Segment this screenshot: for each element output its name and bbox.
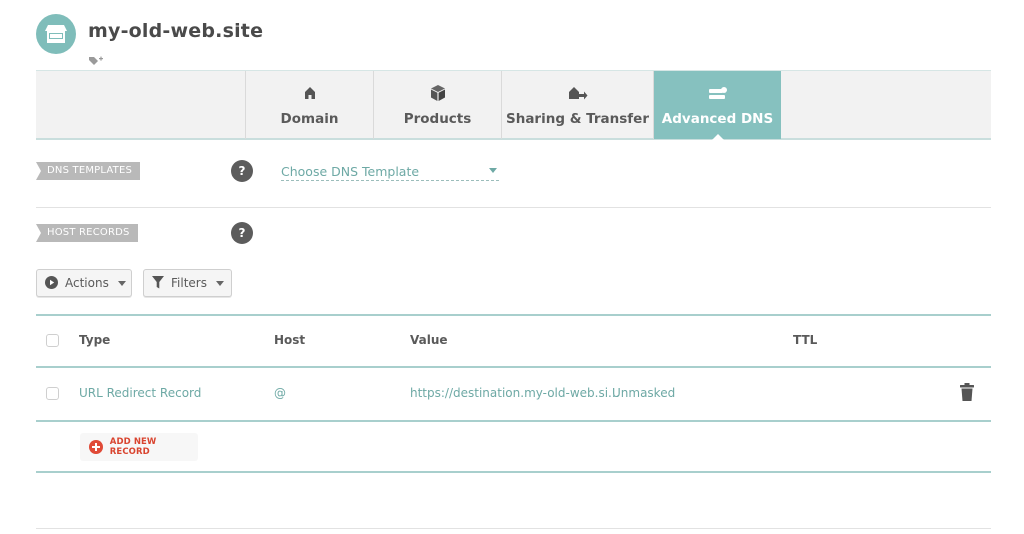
server-icon — [708, 83, 728, 103]
storefront-icon — [36, 14, 76, 54]
dns-template-select[interactable]: Choose DNS Template — [281, 161, 499, 181]
column-header-ttl: TTL — [793, 333, 818, 347]
home-transfer-icon — [568, 83, 588, 103]
tab-domain[interactable]: Domain — [245, 71, 373, 139]
column-header-type: Type — [79, 333, 111, 347]
domain-tabs: Domain Products Sharing & Transfer Advan… — [36, 70, 991, 141]
tab-products[interactable]: Products — [373, 71, 501, 139]
chevron-down-icon — [489, 168, 497, 173]
table-bottom-border — [36, 471, 991, 473]
play-circle-icon — [45, 274, 58, 293]
add-new-record-label: ADD NEW RECORD — [109, 437, 157, 457]
filters-label: Filters — [171, 276, 207, 290]
host-records-help-button[interactable]: ? — [231, 222, 253, 244]
actions-button[interactable]: Actions — [36, 269, 132, 297]
column-header-value: Value — [410, 333, 448, 347]
tab-label: Sharing & Transfer — [505, 111, 649, 127]
section-divider — [36, 207, 991, 208]
domain-header: my-old-web.site — [36, 14, 436, 70]
record-type[interactable]: URL Redirect Record — [79, 386, 201, 400]
filter-icon — [152, 274, 164, 293]
tab-sharing-transfer[interactable]: Sharing & Transfer — [501, 71, 653, 139]
filters-button[interactable]: Filters — [143, 269, 232, 297]
dns-templates-label: DNS TEMPLATES — [36, 162, 141, 180]
trash-icon[interactable] — [960, 383, 974, 401]
chevron-down-icon — [117, 280, 126, 286]
tab-label: Domain — [280, 111, 339, 127]
row-checkbox[interactable] — [46, 387, 59, 400]
dns-template-select-value: Choose DNS Template — [281, 164, 420, 179]
record-host[interactable]: @ — [274, 386, 286, 400]
tab-label: Advanced DNS — [661, 111, 774, 127]
column-header-host: Host — [274, 333, 306, 347]
table-row-border — [36, 420, 991, 422]
box-icon — [428, 83, 448, 103]
chevron-down-icon — [215, 280, 224, 286]
record-redirect-mode[interactable]: Unmasked — [612, 386, 675, 400]
actions-label: Actions — [65, 276, 109, 290]
add-new-record-button[interactable]: ADD NEW RECORD — [80, 433, 198, 461]
page-divider — [36, 528, 991, 529]
host-records-label: HOST RECORDS — [36, 224, 138, 242]
dns-templates-help-button[interactable]: ? — [231, 160, 253, 182]
plus-circle-icon — [89, 440, 103, 454]
table-top-border — [36, 314, 991, 316]
table-header-border — [36, 366, 991, 368]
record-value[interactable]: https://destination.my-old-web.si... — [410, 386, 619, 400]
page-title: my-old-web.site — [88, 20, 264, 42]
home-icon — [300, 83, 320, 103]
tab-label: Products — [403, 111, 472, 127]
select-all-checkbox[interactable] — [46, 334, 59, 347]
add-tag-icon[interactable] — [88, 52, 104, 65]
tab-advanced-dns[interactable]: Advanced DNS — [653, 71, 781, 141]
